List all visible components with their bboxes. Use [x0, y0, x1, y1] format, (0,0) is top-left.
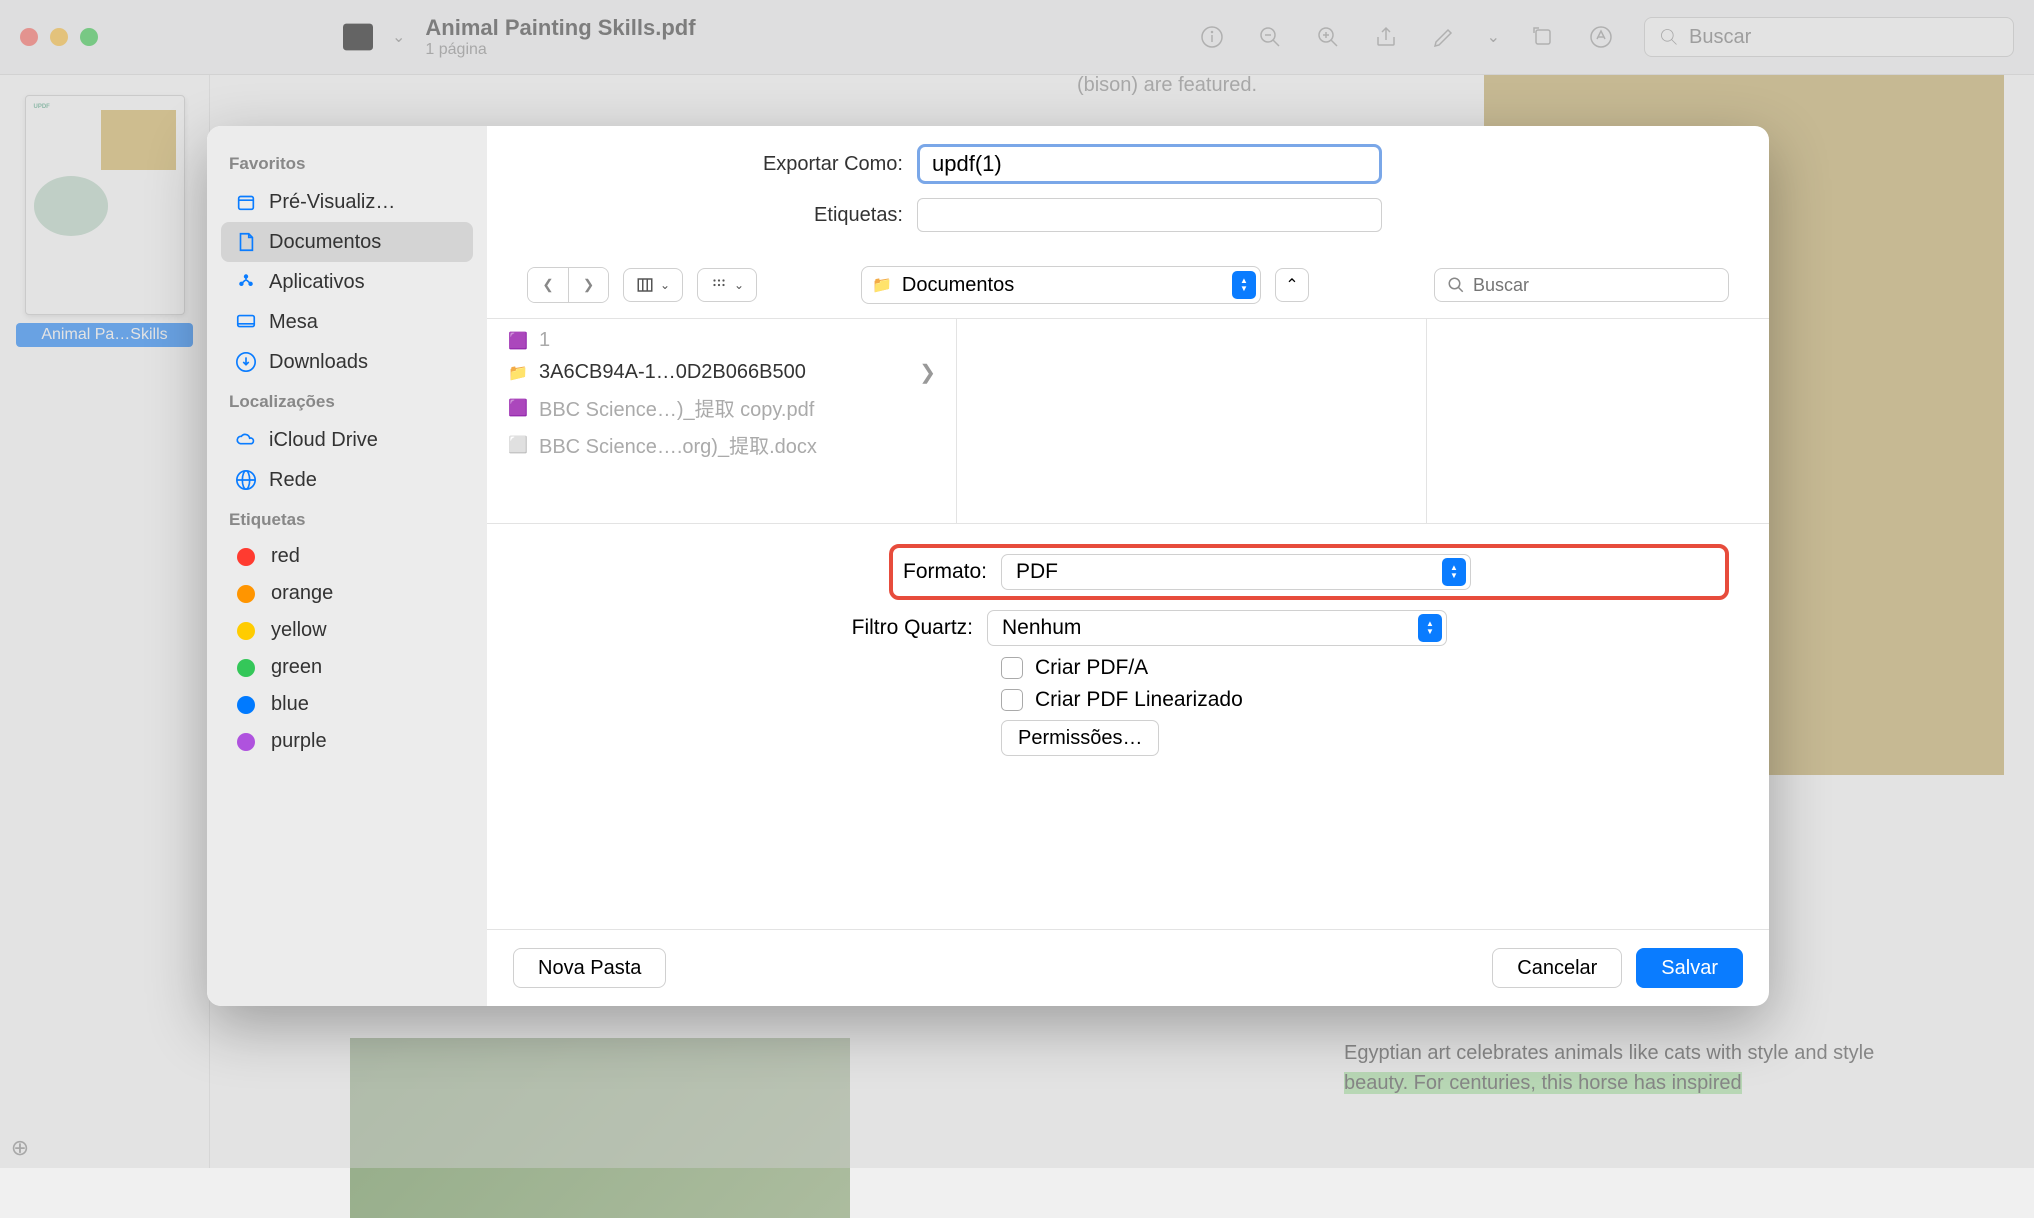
dialog-search-input[interactable] — [1473, 275, 1716, 296]
chevron-up-icon: ⌃ — [1285, 275, 1298, 295]
checkbox[interactable] — [1001, 689, 1023, 711]
browser-column: 🟪1 📁3A6CB94A-1…0D2B066B500❯ 🟪BBC Science… — [487, 319, 957, 523]
sidebar-item-label: Pré-Visualiz… — [269, 191, 395, 214]
sidebar-item-icloud[interactable]: iCloud Drive — [221, 420, 473, 460]
network-icon — [233, 467, 259, 493]
chevron-down-icon: ⌄ — [734, 278, 744, 292]
export-save-dialog: Favoritos Pré-Visualiz… Documentos Aplic… — [207, 126, 1769, 1006]
location-dropdown[interactable]: 📁 Documentos ▲▼ — [861, 266, 1261, 304]
file-icon: 🟪 — [507, 330, 529, 352]
sidebar-item-rede[interactable]: Rede — [221, 460, 473, 500]
file-icon: ⬜ — [507, 434, 529, 456]
stepper-icon: ▲▼ — [1232, 271, 1256, 299]
tags-section-title: Etiquetas — [229, 510, 465, 530]
sidebar-item-label: Documentos — [269, 231, 381, 254]
file-item[interactable]: 🟪BBC Science…)_提取 copy.pdf — [487, 389, 956, 426]
format-highlight: Formato: PDF ▲▼ — [889, 544, 1729, 600]
stepper-icon: ▲▼ — [1442, 558, 1466, 586]
view-columns-button[interactable]: ⌄ — [623, 268, 683, 302]
permissions-button[interactable]: Permissões… — [1001, 720, 1159, 756]
format-select[interactable]: PDF ▲▼ — [1001, 554, 1471, 590]
tag-orange[interactable]: orange — [221, 575, 473, 612]
checkbox[interactable] — [1001, 657, 1023, 679]
stepper-icon: ▲▼ — [1418, 614, 1442, 642]
tag-dot-icon — [237, 733, 255, 751]
sidebar-item-label: Aplicativos — [269, 271, 365, 294]
file-browser: 🟪1 📁3A6CB94A-1…0D2B066B500❯ 🟪BBC Science… — [487, 319, 1769, 524]
linear-checkbox-row[interactable]: Criar PDF Linearizado — [1001, 688, 1729, 712]
view-grid-button[interactable]: ⌄ — [697, 268, 757, 302]
file-item[interactable]: ⬜BBC Science….org)_提取.docx — [487, 426, 956, 463]
format-value: PDF — [1016, 560, 1058, 584]
export-options: Formato: PDF ▲▼ Filtro Quartz: Nenhum ▲▼… — [487, 524, 1769, 776]
folder-icon: 📁 — [507, 362, 529, 384]
folder-icon: 📁 — [872, 275, 892, 295]
sidebar-item-preview[interactable]: Pré-Visualiz… — [221, 182, 473, 222]
new-folder-button[interactable]: Nova Pasta — [513, 948, 666, 988]
chevron-down-icon: ⌄ — [660, 278, 670, 292]
chevron-right-icon: ❯ — [919, 360, 936, 385]
sidebar-item-downloads[interactable]: Downloads — [221, 342, 473, 382]
tag-yellow[interactable]: yellow — [221, 612, 473, 649]
file-item-folder[interactable]: 📁3A6CB94A-1…0D2B066B500❯ — [487, 356, 956, 389]
tag-dot-icon — [237, 622, 255, 640]
favorites-section-title: Favoritos — [229, 154, 465, 174]
collapse-button[interactable]: ⌃ — [1275, 268, 1309, 302]
sidebar-item-label: Mesa — [269, 311, 318, 334]
dialog-search[interactable] — [1434, 268, 1729, 302]
nav-forward-button[interactable]: ❯ — [568, 268, 608, 302]
sidebar-item-aplicativos[interactable]: Aplicativos — [221, 262, 473, 302]
pdfa-label: Criar PDF/A — [1035, 656, 1148, 680]
pdfa-checkbox-row[interactable]: Criar PDF/A — [1001, 656, 1729, 680]
export-as-label: Exportar Como: — [527, 153, 917, 176]
cancel-button[interactable]: Cancelar — [1492, 948, 1622, 988]
tags-input[interactable] — [917, 198, 1382, 232]
filter-value: Nenhum — [1002, 616, 1081, 640]
cloud-icon — [233, 427, 259, 453]
dialog-footer: Nova Pasta Cancelar Salvar — [487, 929, 1769, 1006]
save-button[interactable]: Salvar — [1636, 948, 1743, 988]
sidebar-item-mesa[interactable]: Mesa — [221, 302, 473, 342]
sidebar-item-label: iCloud Drive — [269, 429, 378, 452]
filename-input[interactable] — [917, 144, 1382, 184]
file-icon: 🟪 — [507, 397, 529, 419]
tag-green[interactable]: green — [221, 649, 473, 686]
filter-select[interactable]: Nenhum ▲▼ — [987, 610, 1447, 646]
tag-purple[interactable]: purple — [221, 723, 473, 760]
clock-icon — [233, 189, 259, 215]
linear-label: Criar PDF Linearizado — [1035, 688, 1243, 712]
nav-back-button[interactable]: ❮ — [528, 268, 568, 302]
desktop-icon — [233, 309, 259, 335]
download-icon — [233, 349, 259, 375]
nav-back-forward: ❮ ❯ — [527, 267, 609, 303]
columns-icon — [636, 276, 654, 294]
tag-blue[interactable]: blue — [221, 686, 473, 723]
grid-icon — [710, 276, 728, 294]
apps-icon — [233, 269, 259, 295]
document-icon — [233, 229, 259, 255]
filter-label: Filtro Quartz: — [527, 616, 987, 640]
locations-section-title: Localizações — [229, 392, 465, 412]
tag-dot-icon — [237, 659, 255, 677]
sidebar-item-label: Rede — [269, 469, 317, 492]
sidebar-item-label: Downloads — [269, 351, 368, 374]
location-name: Documentos — [902, 274, 1222, 297]
tag-dot-icon — [237, 548, 255, 566]
browser-column-empty — [957, 319, 1427, 523]
sidebar-item-documentos[interactable]: Documentos — [221, 222, 473, 262]
tag-red[interactable]: red — [221, 538, 473, 575]
tag-dot-icon — [237, 585, 255, 603]
format-label: Formato: — [903, 560, 1001, 584]
tag-dot-icon — [237, 696, 255, 714]
file-item[interactable]: 🟪1 — [487, 325, 956, 356]
dialog-sidebar: Favoritos Pré-Visualiz… Documentos Aplic… — [207, 126, 487, 1006]
search-icon — [1447, 276, 1465, 294]
tags-label: Etiquetas: — [527, 204, 917, 227]
